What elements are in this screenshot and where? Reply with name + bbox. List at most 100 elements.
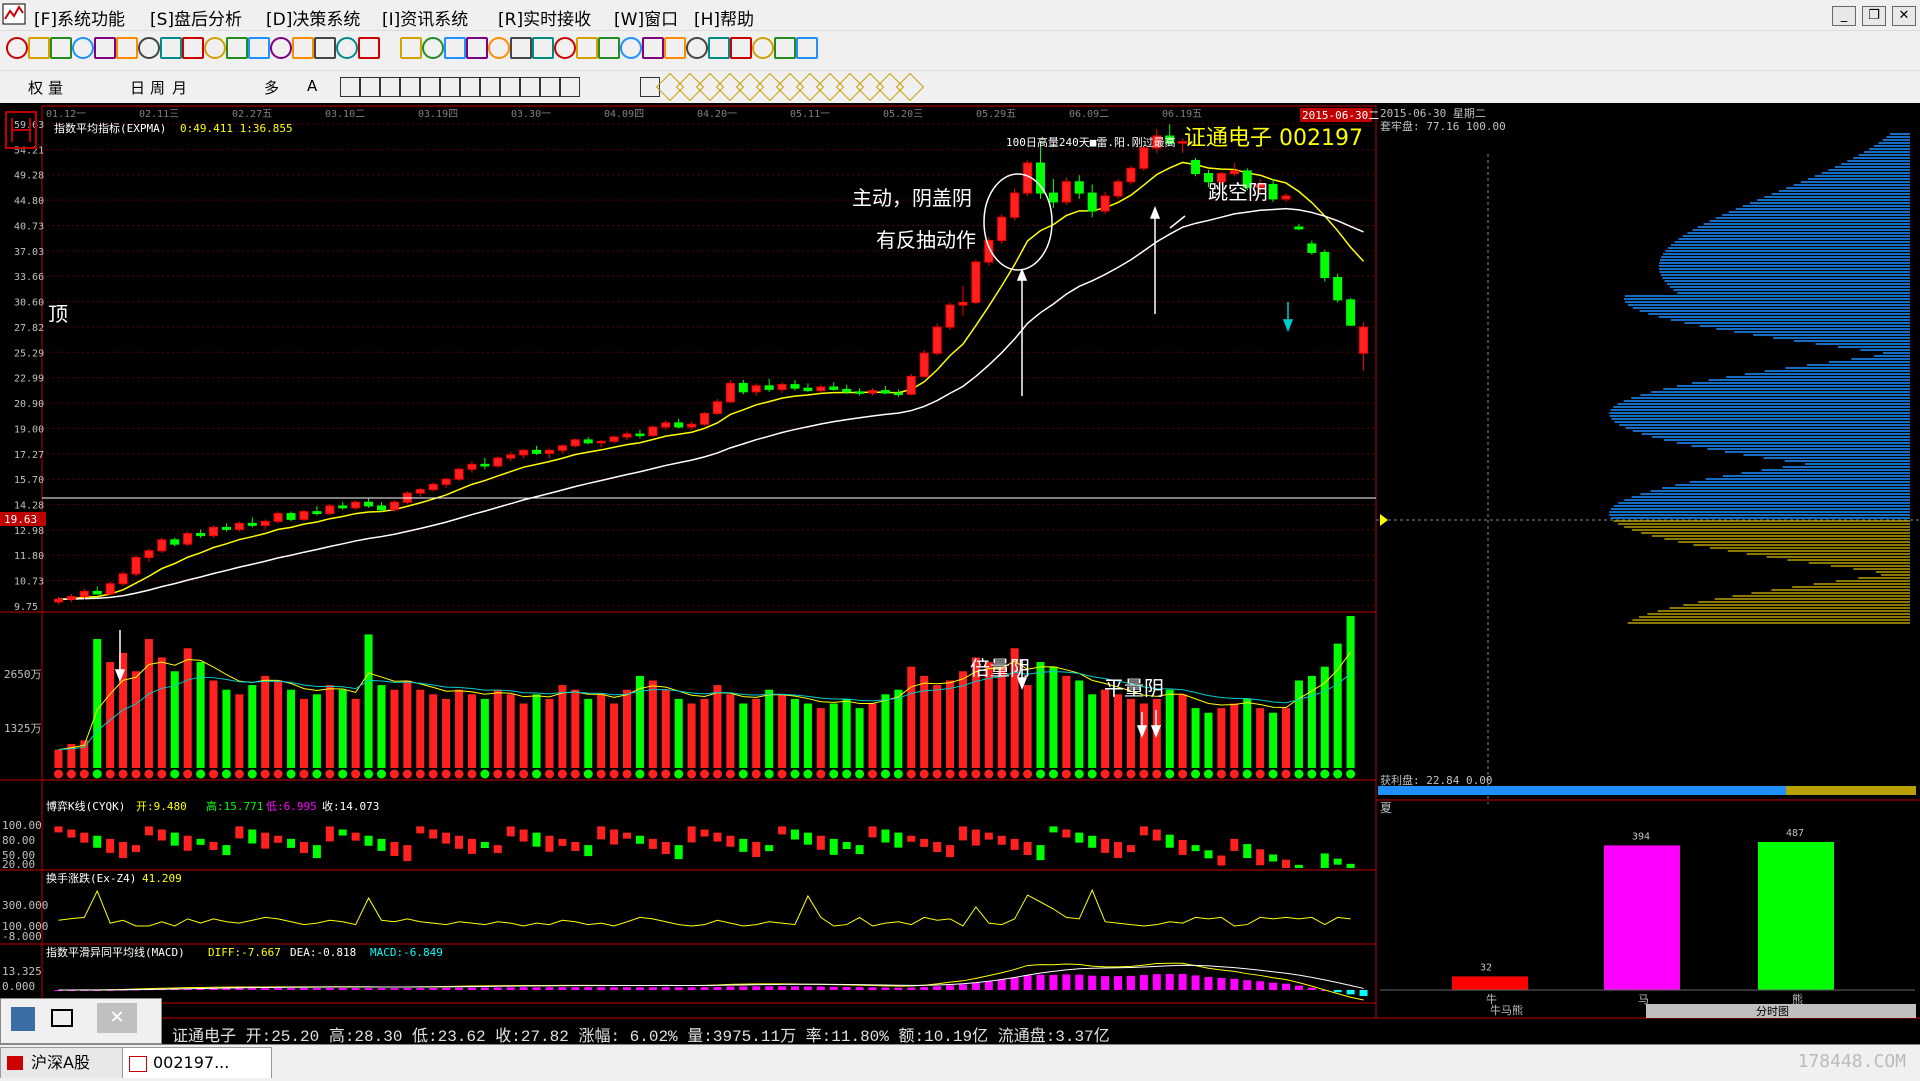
toolbar-tool-20-icon[interactable] bbox=[444, 37, 466, 59]
toolbar-tool-13-icon[interactable] bbox=[270, 37, 292, 59]
macd-bar bbox=[907, 987, 916, 990]
draw-tool-6-icon[interactable] bbox=[440, 77, 460, 97]
volume-dot bbox=[893, 769, 903, 779]
draw-tool-8-icon[interactable] bbox=[480, 77, 500, 97]
macd-bar bbox=[1333, 990, 1342, 993]
toolbar-tool-35-icon[interactable] bbox=[774, 37, 796, 59]
toolbar-tool-12-icon[interactable] bbox=[248, 37, 270, 59]
toolbar-tool-16-icon[interactable] bbox=[336, 37, 358, 59]
volume-bar bbox=[493, 689, 502, 768]
draw-tool-11-icon[interactable] bbox=[540, 77, 560, 97]
text-tool-button[interactable]: A bbox=[307, 77, 317, 95]
macd-bar bbox=[299, 988, 308, 990]
close-button[interactable]: ✕ bbox=[1892, 6, 1916, 26]
toolbar-tool-11-icon[interactable] bbox=[226, 37, 248, 59]
multi-period-button[interactable]: 多 bbox=[264, 77, 279, 98]
toolbar-tool-17-icon[interactable] bbox=[358, 37, 380, 59]
toolbar-tool-25-icon[interactable] bbox=[554, 37, 576, 59]
price-axis: 59.6354.2149.2844.8040.7337.0333.6630.60… bbox=[14, 120, 44, 613]
draw-tool-3-icon[interactable] bbox=[380, 77, 400, 97]
menu-info[interactable]: [I]资讯系统 bbox=[382, 5, 468, 30]
candle-body bbox=[273, 513, 283, 522]
toolbar-tool-3-icon[interactable] bbox=[50, 37, 72, 59]
toolbar-tool-1-icon[interactable] bbox=[6, 37, 28, 59]
cyqk-bar bbox=[855, 845, 864, 855]
menu-after-hours[interactable]: [S]盘后分析 bbox=[150, 5, 242, 30]
toolbar-tool-6-icon[interactable] bbox=[116, 37, 138, 59]
toolbar-tool-7-icon[interactable] bbox=[138, 37, 160, 59]
fuquan-button[interactable]: 权 bbox=[28, 77, 43, 98]
draw-tool-26-icon[interactable] bbox=[895, 72, 925, 102]
candle-body bbox=[1320, 251, 1330, 278]
volume-dot bbox=[868, 769, 878, 779]
minimize-button[interactable]: _ bbox=[1832, 6, 1856, 26]
volume-bar bbox=[623, 689, 632, 768]
volume-dot bbox=[777, 769, 787, 779]
menu-realtime[interactable]: [R]实时接收 bbox=[498, 5, 591, 30]
toolbar-tool-22-icon[interactable] bbox=[488, 37, 510, 59]
toolbar-tool-18-icon[interactable] bbox=[400, 37, 422, 59]
menu-system[interactable]: [F]系统功能 bbox=[34, 5, 125, 30]
toolbar-tool-2-icon[interactable] bbox=[28, 37, 50, 59]
day-period-button[interactable]: 日 bbox=[130, 77, 145, 98]
toolbar-tool-30-icon[interactable] bbox=[664, 37, 686, 59]
draw-tool-12-icon[interactable] bbox=[560, 77, 580, 97]
week-period-button[interactable]: 周 bbox=[150, 77, 165, 98]
toolbar-tool-14-icon[interactable] bbox=[292, 37, 314, 59]
mini-close-icon[interactable]: ✕ bbox=[97, 1003, 137, 1033]
cyqk-bar bbox=[196, 838, 205, 845]
toolbar-tool-23-icon[interactable] bbox=[510, 37, 532, 59]
draw-tool-4-icon[interactable] bbox=[400, 77, 420, 97]
toolbar-tool-28-icon[interactable] bbox=[620, 37, 642, 59]
cyqk-bar bbox=[674, 845, 683, 860]
toolbar-tool-21-icon[interactable] bbox=[466, 37, 488, 59]
macd-bar bbox=[1010, 977, 1019, 990]
macd-bar bbox=[364, 988, 373, 990]
draw-tool-7-icon[interactable] bbox=[460, 77, 480, 97]
draw-tool-1-icon[interactable] bbox=[340, 77, 360, 97]
toolbar-tool-34-icon[interactable] bbox=[752, 37, 774, 59]
chart-area[interactable]: 59.6354.2149.2844.8040.7337.0333.6630.60… bbox=[0, 104, 1920, 1020]
menu-decision[interactable]: [D]决策系统 bbox=[266, 5, 360, 30]
mini-chart-icon[interactable] bbox=[11, 1007, 35, 1031]
toolbar-tool-10-icon[interactable] bbox=[204, 37, 226, 59]
toolbar-tool-26-icon[interactable] bbox=[576, 37, 598, 59]
toolbar-tool-19-icon[interactable] bbox=[422, 37, 444, 59]
volume-button[interactable]: 量 bbox=[48, 77, 63, 98]
toolbar-tool-15-icon[interactable] bbox=[314, 37, 336, 59]
toolbar-tool-31-icon[interactable] bbox=[686, 37, 708, 59]
bmb-footer-right[interactable]: 分时图 bbox=[1756, 1005, 1789, 1018]
volume-bar bbox=[920, 675, 929, 768]
toolbar-tool-27-icon[interactable] bbox=[598, 37, 620, 59]
bmb-footer-left[interactable]: 牛马熊 bbox=[1490, 1003, 1523, 1017]
draw-tool-9-icon[interactable] bbox=[500, 77, 520, 97]
toolbar-tool-24-icon[interactable] bbox=[532, 37, 554, 59]
mini-restore-icon[interactable] bbox=[51, 1009, 73, 1027]
menu-window[interactable]: [W]窗口 bbox=[614, 5, 678, 30]
tab-stock-002197[interactable]: 002197... bbox=[122, 1047, 272, 1078]
toolbar-tool-33-icon[interactable] bbox=[730, 37, 752, 59]
indicator-values: 0:49.411 1:36.855 bbox=[180, 122, 293, 135]
macd-bar bbox=[377, 988, 386, 990]
macd-bar bbox=[971, 983, 980, 990]
volume-bar bbox=[1114, 694, 1123, 768]
month-period-button[interactable]: 月 bbox=[172, 77, 187, 98]
toolbar-tool-8-icon[interactable] bbox=[160, 37, 182, 59]
cyqk-bar bbox=[739, 838, 748, 852]
toolbar-tool-32-icon[interactable] bbox=[708, 37, 730, 59]
toolbar-tool-5-icon[interactable] bbox=[94, 37, 116, 59]
menu-help[interactable]: [H]帮助 bbox=[694, 5, 754, 30]
draw-tool-5-icon[interactable] bbox=[420, 77, 440, 97]
toolbar-tool-36-icon[interactable] bbox=[796, 37, 818, 59]
draw-tool-10-icon[interactable] bbox=[520, 77, 540, 97]
toolbar-tool-4-icon[interactable] bbox=[72, 37, 94, 59]
cyqk-bar bbox=[1191, 845, 1200, 852]
toolbar-tool-29-icon[interactable] bbox=[642, 37, 664, 59]
restore-button[interactable]: ❐ bbox=[1862, 6, 1886, 26]
macd-bar bbox=[790, 986, 799, 990]
draw-tool-2-icon[interactable] bbox=[360, 77, 380, 97]
candle-body bbox=[92, 590, 102, 595]
toolbar-tool-9-icon[interactable] bbox=[182, 37, 204, 59]
volume-dot bbox=[170, 769, 180, 779]
exz-line bbox=[58, 888, 1351, 927]
